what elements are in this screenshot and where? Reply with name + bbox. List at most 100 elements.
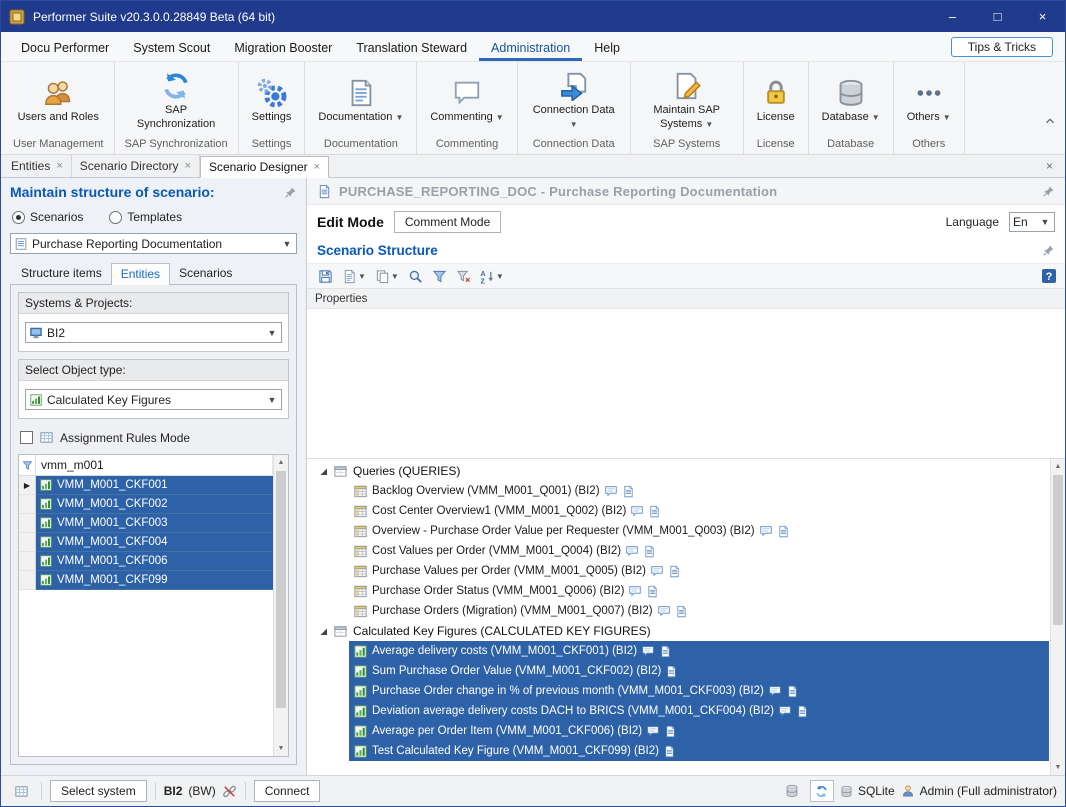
- tree-group[interactable]: Calculated Key Figures (CALCULATED KEY F…: [309, 621, 1049, 641]
- comment-icon[interactable]: [759, 524, 773, 538]
- templates-radio[interactable]: Templates: [109, 210, 182, 224]
- sync-database-button[interactable]: [810, 780, 834, 802]
- tree-item[interactable]: Purchase Orders (Migration) (VMM_M001_Q0…: [349, 601, 1049, 621]
- pin-icon[interactable]: [284, 186, 297, 199]
- minimize-button[interactable]: –: [930, 1, 975, 32]
- document-icon[interactable]: [777, 525, 790, 538]
- filter-input[interactable]: vmm_m001: [36, 455, 273, 475]
- tree-item[interactable]: Average per Order Item (VMM_M001_CKF006)…: [349, 721, 1049, 741]
- tree-item[interactable]: Overview - Purchase Order Value per Requ…: [349, 521, 1049, 541]
- scroll-up-icon[interactable]: ▲: [1051, 459, 1065, 474]
- close-tab-icon[interactable]: ×: [185, 160, 191, 172]
- left-tab-entities[interactable]: Entities: [111, 263, 170, 285]
- grid-row[interactable]: VMM_M001_CKF006: [19, 552, 273, 571]
- comment-icon[interactable]: [641, 644, 655, 658]
- tab-scenario-designer[interactable]: Scenario Designer×: [200, 156, 329, 178]
- scenario-combo[interactable]: Purchase Reporting Documentation ▼: [10, 233, 297, 254]
- tips-tricks-button[interactable]: Tips & Tricks: [951, 37, 1053, 57]
- tree-group[interactable]: Queries (QUERIES): [309, 461, 1049, 481]
- tree-item[interactable]: Purchase Order Status (VMM_M001_Q006) (B…: [349, 581, 1049, 601]
- chevron-down-icon[interactable]: ▼: [265, 328, 279, 338]
- connection-data-button[interactable]: Connection Data ▼: [527, 69, 621, 132]
- grid-scrollbar[interactable]: ▲ ▼: [273, 455, 288, 756]
- language-combo[interactable]: En ▼: [1009, 212, 1055, 232]
- chevron-down-icon[interactable]: ▼: [1038, 217, 1052, 227]
- documentation-button[interactable]: Documentation ▼: [314, 76, 407, 126]
- select-system-button[interactable]: Select system: [50, 780, 147, 802]
- clear-filter-button[interactable]: [453, 267, 474, 286]
- document-icon[interactable]: [622, 485, 635, 498]
- document-icon[interactable]: [796, 705, 809, 718]
- left-tab-scenarios[interactable]: Scenarios: [170, 263, 241, 284]
- database-log-button[interactable]: [780, 780, 804, 802]
- menu-help[interactable]: Help: [582, 32, 632, 61]
- search-button[interactable]: [405, 267, 426, 286]
- chevron-down-icon[interactable]: ▼: [280, 239, 294, 249]
- collapse-ribbon-button[interactable]: [1043, 114, 1057, 128]
- tab-entities[interactable]: Entities×: [3, 155, 72, 177]
- save-button[interactable]: [315, 267, 336, 286]
- chevron-down-icon[interactable]: ▼: [265, 395, 279, 405]
- maximize-button[interactable]: □: [975, 1, 1020, 32]
- document-icon[interactable]: [646, 585, 659, 598]
- tree-item[interactable]: Purchase Order change in % of previous m…: [349, 681, 1049, 701]
- tree-item[interactable]: Sum Purchase Order Value (VMM_M001_CKF00…: [349, 661, 1049, 681]
- close-tab-icon[interactable]: ×: [56, 160, 62, 172]
- pin-icon[interactable]: [1042, 185, 1055, 198]
- document-icon[interactable]: [643, 545, 656, 558]
- sort-button[interactable]: AZ▼: [477, 267, 507, 286]
- others-button[interactable]: Others ▼: [903, 76, 955, 126]
- document-icon[interactable]: [664, 725, 677, 738]
- comment-mode-button[interactable]: Comment Mode: [394, 211, 501, 233]
- settings-button[interactable]: Settings: [248, 76, 296, 126]
- properties-area[interactable]: [307, 309, 1065, 459]
- document-icon[interactable]: [663, 745, 676, 758]
- filter-icon[interactable]: [22, 460, 33, 471]
- tree-item[interactable]: Backlog Overview (VMM_M001_Q001) (BI2): [349, 481, 1049, 501]
- close-tab-icon[interactable]: ×: [314, 161, 320, 173]
- comment-icon[interactable]: [628, 584, 642, 598]
- assignment-rules-row[interactable]: Assignment Rules Mode: [20, 430, 287, 445]
- scroll-up-icon[interactable]: ▲: [274, 455, 288, 470]
- license-button[interactable]: License: [753, 76, 799, 126]
- connect-button[interactable]: Connect: [254, 780, 321, 802]
- menu-docu-performer[interactable]: Docu Performer: [9, 32, 121, 61]
- scenarios-radio[interactable]: Scenarios: [12, 210, 83, 224]
- copy-button[interactable]: ▼: [372, 267, 402, 286]
- object-type-combo[interactable]: Calculated Key Figures ▼: [25, 389, 282, 410]
- grid-row[interactable]: VMM_M001_CKF099: [19, 571, 273, 590]
- sap-synchronization-button[interactable]: SAP Synchronization: [129, 69, 223, 132]
- export-button[interactable]: ▼: [339, 267, 369, 286]
- document-icon[interactable]: [786, 685, 799, 698]
- assignment-checkbox[interactable]: [20, 431, 33, 444]
- commenting-button[interactable]: Commenting ▼: [426, 76, 507, 126]
- left-tab-structure-items[interactable]: Structure items: [12, 263, 111, 284]
- document-icon[interactable]: [668, 565, 681, 578]
- grid-row[interactable]: VMM_M001_CKF004: [19, 533, 273, 552]
- tree-item[interactable]: Purchase Values per Order (VMM_M001_Q005…: [349, 561, 1049, 581]
- help-button[interactable]: ?: [1041, 268, 1057, 284]
- comment-icon[interactable]: [625, 544, 639, 558]
- comment-icon[interactable]: [657, 604, 671, 618]
- scroll-thumb[interactable]: [276, 471, 286, 708]
- comment-icon[interactable]: [630, 504, 644, 518]
- tree-item[interactable]: Deviation average delivery costs DACH to…: [349, 701, 1049, 721]
- filter-button[interactable]: [429, 267, 450, 286]
- scroll-down-icon[interactable]: ▼: [274, 741, 288, 756]
- close-icon[interactable]: ×: [1036, 159, 1063, 177]
- maintain-sap-systems-button[interactable]: Maintain SAP Systems ▼: [640, 69, 734, 132]
- system-combo[interactable]: BI2 ▼: [25, 322, 282, 343]
- pin-icon[interactable]: [1042, 244, 1055, 257]
- tree-item[interactable]: Cost Center Overview1 (VMM_M001_Q002) (B…: [349, 501, 1049, 521]
- menu-migration-booster[interactable]: Migration Booster: [222, 32, 344, 61]
- grid-view-button[interactable]: [9, 780, 33, 802]
- grid-row[interactable]: ▶VMM_M001_CKF001: [19, 476, 273, 495]
- titlebar[interactable]: Performer Suite v20.3.0.0.28849 Beta (64…: [1, 1, 1065, 32]
- tree-item[interactable]: Average delivery costs (VMM_M001_CKF001)…: [349, 641, 1049, 661]
- collapse-icon[interactable]: [319, 627, 328, 636]
- menu-administration[interactable]: Administration: [479, 32, 582, 61]
- database-button[interactable]: Database ▼: [818, 76, 884, 126]
- document-icon[interactable]: [659, 645, 672, 658]
- tree-scrollbar[interactable]: ▲ ▼: [1050, 459, 1065, 775]
- comment-icon[interactable]: [646, 724, 660, 738]
